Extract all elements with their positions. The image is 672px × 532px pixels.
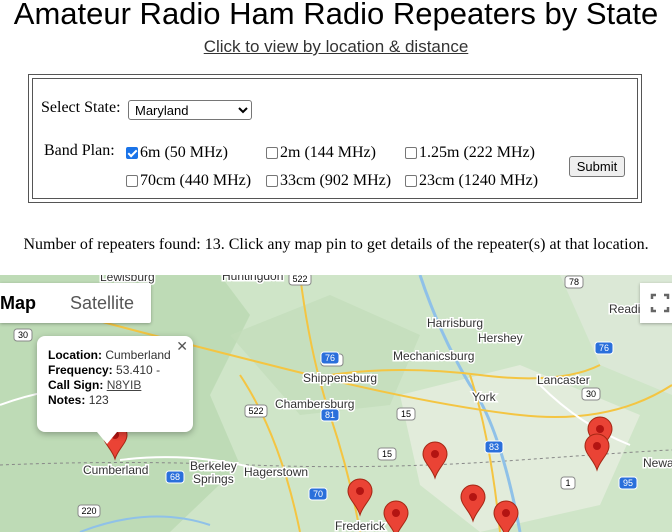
search-form: Select State: Maryland Band Plan: 6m (50… [28,74,642,203]
route-shield-label: 522 [248,406,263,416]
place-label: Shippensburg [303,371,377,385]
place-label: Hagerstown [244,465,308,479]
band-plan-label: Band Plan: [44,142,115,159]
close-icon[interactable]: ✕ [176,338,188,355]
route-shield: 30 [581,387,601,401]
place-label: York [472,390,497,404]
band-33cm-label: 33cm (902 MHz) [280,172,392,189]
place-label: Berkeley [190,459,237,473]
route-shield: 522 [288,275,312,286]
route-shield: 15 [396,407,416,421]
route-shield-label: 68 [170,472,180,482]
place-label: Lancaster [537,373,590,387]
route-shield-label: 70 [313,489,323,499]
view-by-location-link[interactable]: Click to view by location & distance [0,37,672,57]
route-shield-label: 81 [325,410,335,420]
place-label: Mechanicsburg [393,349,474,363]
fullscreen-button[interactable] [640,283,672,323]
map-type-satellite-button[interactable]: Satellite [53,283,151,323]
band-125m-label: 1.25m (222 MHz) [419,144,535,161]
route-shield-label: 15 [382,449,392,459]
band-33cm-checkbox[interactable] [266,175,278,187]
place-label: Springs [193,472,234,486]
route-shield-label: 522 [292,275,307,284]
route-shield-label: 220 [81,506,96,516]
repeater-pin-dot [593,442,601,450]
band-2m[interactable]: 2m (144 MHz) [266,144,376,162]
state-label: Select State: [41,99,121,116]
info-location-value: Cumberland [105,348,171,362]
info-frequency-label: Frequency: [48,363,113,377]
state-select[interactable]: Maryland [128,100,252,120]
place-label: Huntingdon [222,275,283,283]
repeater-pin-dot [431,450,439,458]
repeater-pin-dot [502,509,510,517]
route-shield-label: 1 [565,478,570,488]
band-23cm-label: 23cm (1240 MHz) [419,172,539,189]
route-shield-label: 76 [599,343,609,353]
info-location-label: Location: [48,348,102,362]
band-70cm[interactable]: 70cm (440 MHz) [126,172,251,190]
search-form-inner: Select State: Maryland Band Plan: 6m (50… [32,78,638,199]
band-33cm[interactable]: 33cm (902 MHz) [266,172,391,190]
band-23cm[interactable]: 23cm (1240 MHz) [405,172,538,190]
place-label: Chambersburg [275,397,354,411]
place-label: Hershey [478,331,523,345]
route-shield: 68 [165,470,185,484]
band-2m-label: 2m (144 MHz) [280,144,376,161]
route-shield: 522 [244,404,268,418]
route-shield: 76 [320,351,340,365]
route-shield: 1 [560,476,576,490]
info-frequency-value: 53.410 - [116,363,161,377]
submit-button[interactable]: Submit [569,156,625,177]
route-shield-label: 95 [623,478,633,488]
route-shield-label: 15 [401,409,411,419]
band-125m[interactable]: 1.25m (222 MHz) [405,144,535,162]
route-shield: 78 [564,275,584,289]
route-shield-label: 30 [18,330,28,340]
band-6m-label: 6m (50 MHz) [140,144,228,161]
route-shield: 81 [320,408,340,422]
repeater-pin-dot [392,509,400,517]
route-shield-label: 30 [586,389,596,399]
band-2m-checkbox[interactable] [266,147,278,159]
place-label: Harrisburg [427,316,483,330]
results-count: Number of repeaters found: 13. Click any… [23,236,649,253]
map-type-map-button[interactable]: Map [0,283,53,323]
band-6m[interactable]: 6m (50 MHz) [126,144,228,162]
band-125m-checkbox[interactable] [405,147,417,159]
repeater-pin-dot [596,425,604,433]
band-70cm-label: 70cm (440 MHz) [140,172,252,189]
route-shield: 76 [594,341,614,355]
place-label: Newa [643,456,672,470]
route-shield-label: 83 [489,442,499,452]
route-shield-label: 78 [569,277,579,287]
info-callsign-label: Call Sign: [48,378,104,392]
route-shield: 220 [77,504,101,518]
repeater-pin-dot [356,487,364,495]
route-shield: 30 [13,328,33,342]
band-6m-checkbox[interactable] [126,147,138,159]
band-23cm-checkbox[interactable] [405,175,417,187]
callsign-link[interactable]: N8YIB [107,378,142,392]
route-shield: 83 [484,440,504,454]
repeater-map[interactable]: Harrisburg Hershey Mechanicsburg Lancast… [0,275,672,532]
place-label: Frederick [335,519,386,532]
repeater-info-window: ✕ Location: Cumberland Frequency: 53.410… [37,336,193,444]
map-type-control: Map Satellite [0,283,152,323]
info-notes-label: Notes: [48,393,86,407]
route-shield-label: 76 [325,353,335,363]
page-title: Amateur Radio Ham Radio Repeaters by Sta… [13,0,659,31]
route-shield: 70 [308,487,328,501]
route-shield: 95 [618,476,638,490]
route-shield: 15 [377,447,397,461]
fullscreen-icon [650,293,670,313]
place-label: Cumberland [83,463,148,477]
info-notes-value: 123 [88,393,109,407]
band-70cm-checkbox[interactable] [126,175,138,187]
repeater-pin-dot [469,493,477,501]
